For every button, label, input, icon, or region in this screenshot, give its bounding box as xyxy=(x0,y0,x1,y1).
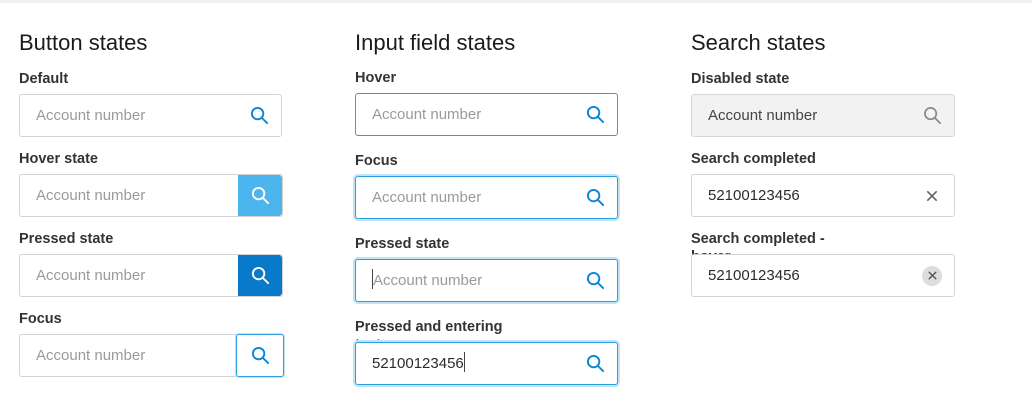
account-search-field[interactable]: Account number xyxy=(355,259,618,302)
account-input[interactable]: Account number xyxy=(19,334,236,377)
account-search-field[interactable]: Account number xyxy=(19,94,282,137)
state-label: Pressed and entering text xyxy=(355,319,503,353)
account-input-value[interactable]: 52100123456 xyxy=(692,267,910,284)
account-search-field[interactable]: Account number xyxy=(19,254,283,297)
account-search-field[interactable]: Account number xyxy=(355,176,618,219)
state-label: Default xyxy=(19,71,69,87)
account-input-placeholder[interactable]: Account number xyxy=(356,189,573,206)
account-input-placeholder[interactable]: Account number xyxy=(20,187,238,204)
state-label: Hover state xyxy=(19,151,98,167)
section-title: Input field states xyxy=(355,30,516,55)
search-icon xyxy=(250,106,268,125)
state-label: Search completed xyxy=(691,151,816,167)
search-button[interactable] xyxy=(237,95,281,136)
clear-hover-circle xyxy=(922,265,942,286)
account-input-value: 52100123456 xyxy=(372,354,464,372)
clear-button[interactable] xyxy=(910,255,954,296)
search-button[interactable] xyxy=(573,177,617,218)
input-pressed-example: Pressed state Account number xyxy=(355,235,618,302)
account-search-field[interactable]: Account number xyxy=(355,93,618,136)
state-label: Focus xyxy=(355,153,398,169)
state-label: Focus xyxy=(19,311,62,327)
state-label: Search completed - hover xyxy=(691,231,825,265)
clear-button[interactable] xyxy=(910,175,954,216)
section-title: Search states xyxy=(691,30,826,55)
close-icon xyxy=(926,190,938,201)
search-button xyxy=(910,95,954,136)
state-label: Hover xyxy=(355,70,397,86)
button-focus-example: Focus Account number xyxy=(19,310,284,377)
search-icon xyxy=(923,107,941,124)
top-divider xyxy=(0,0,1032,3)
search-icon xyxy=(251,266,269,285)
search-icon xyxy=(586,188,604,207)
state-label: Pressed state xyxy=(19,231,114,247)
section-title: Button states xyxy=(19,30,148,55)
button-pressed-example: Pressed state Account number xyxy=(19,230,283,297)
search-button[interactable] xyxy=(238,175,282,216)
account-input-placeholder[interactable]: Account number xyxy=(20,267,238,284)
search-states-section: Search states Disabled state Account num… xyxy=(691,30,955,297)
account-input-placeholder[interactable]: Account number xyxy=(356,106,573,123)
search-button[interactable] xyxy=(573,343,617,384)
input-states-section: Input field states Hover Account number … xyxy=(355,30,618,385)
account-input-placeholder: Account number xyxy=(708,107,818,124)
text-caret xyxy=(463,352,465,373)
search-button[interactable] xyxy=(573,94,617,135)
search-button[interactable] xyxy=(236,334,284,377)
search-disabled-example: Disabled state Account number xyxy=(691,70,955,137)
account-search-field[interactable]: 52100123456 xyxy=(691,254,955,297)
search-completed-hover-example: Search completed - hover 52100123456 xyxy=(691,230,955,297)
close-icon xyxy=(927,271,937,280)
account-search-field[interactable]: 52100123456 xyxy=(691,174,955,217)
account-search-field[interactable]: Account number xyxy=(19,334,284,377)
button-default-example: Default Account number xyxy=(19,70,282,137)
account-search-field[interactable]: Account number xyxy=(19,174,283,217)
state-label: Pressed state xyxy=(355,236,450,252)
account-search-field: Account number xyxy=(691,94,955,137)
input-focus-example: Focus Account number xyxy=(355,152,618,219)
search-icon xyxy=(251,346,269,365)
account-input-placeholder[interactable]: Account number xyxy=(20,347,236,364)
button-hover-example: Hover state Account number xyxy=(19,150,283,217)
account-input-value[interactable]: 52100123456 xyxy=(692,187,910,204)
account-input-placeholder: Account number xyxy=(373,271,483,289)
search-icon xyxy=(251,186,269,205)
state-label: Disabled state xyxy=(691,71,790,87)
input-hover-example: Hover Account number xyxy=(355,69,618,136)
account-input-text[interactable]: Account number xyxy=(356,269,573,290)
account-input-placeholder[interactable]: Account number xyxy=(20,107,237,124)
button-states-section: Button states Default Account number Hov… xyxy=(19,30,284,377)
search-button[interactable] xyxy=(238,255,282,296)
search-icon xyxy=(586,105,604,124)
account-search-field[interactable]: 52100123456 xyxy=(355,342,618,385)
search-icon xyxy=(586,354,604,373)
search-completed-example: Search completed 52100123456 xyxy=(691,150,955,217)
search-icon xyxy=(586,271,604,290)
account-input-text[interactable]: 52100123456 xyxy=(356,352,573,373)
search-button[interactable] xyxy=(573,260,617,301)
input-entering-text-example: Pressed and entering text 52100123456 xyxy=(355,318,618,385)
